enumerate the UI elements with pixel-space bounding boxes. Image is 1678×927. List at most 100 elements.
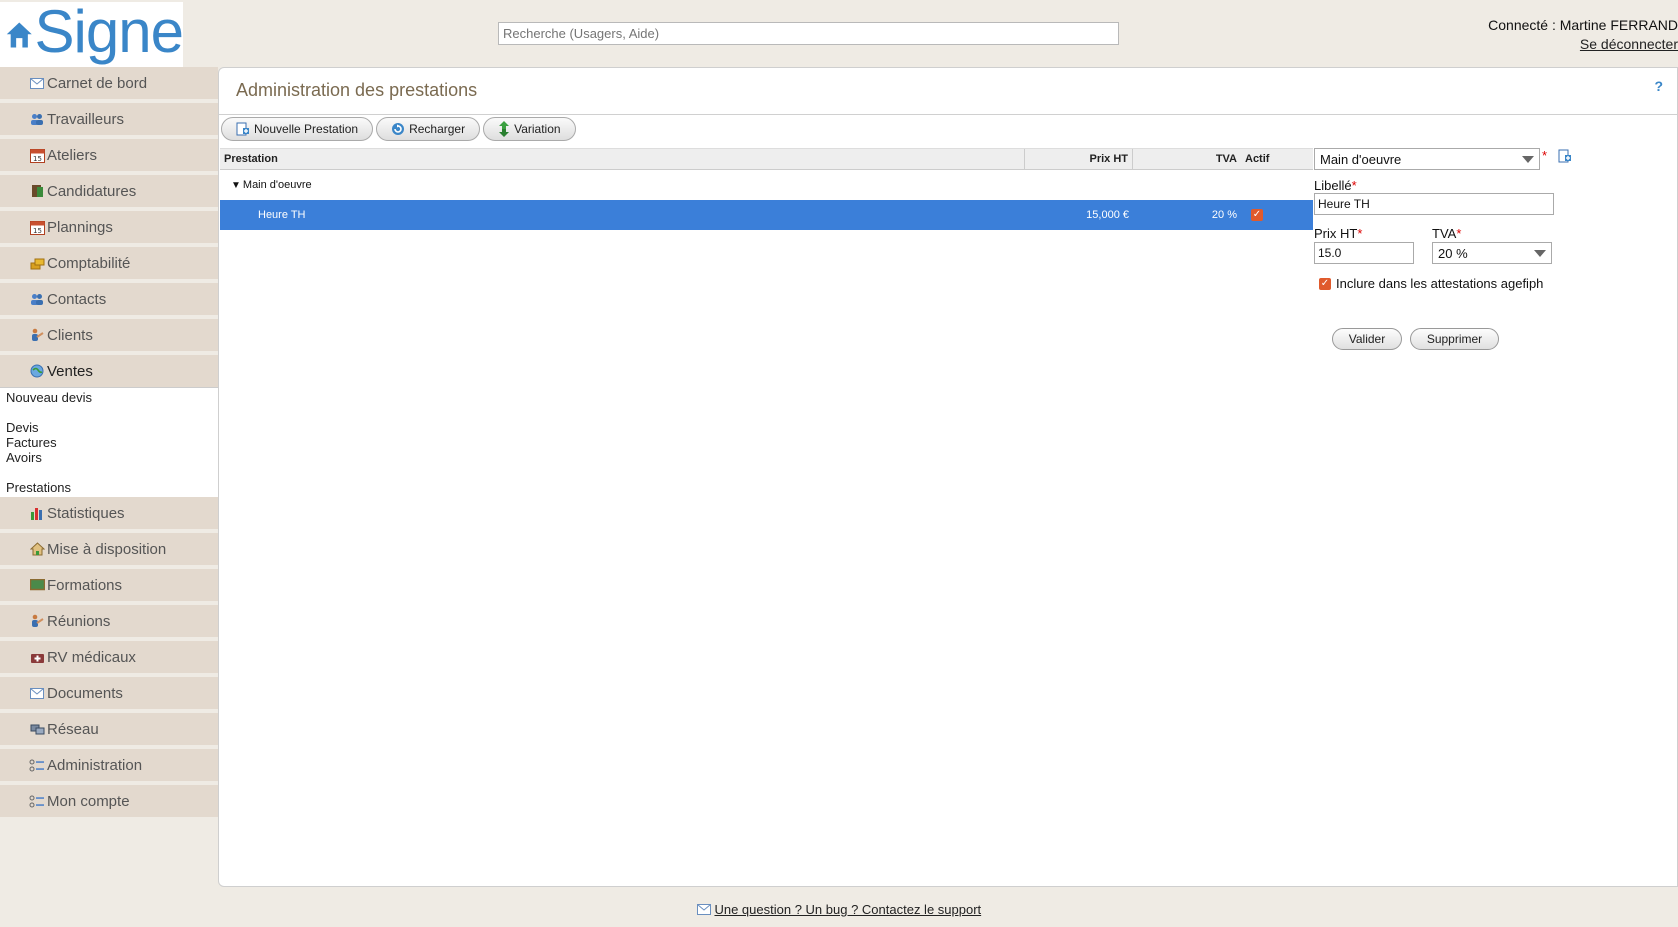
sidebar-item-statistiques[interactable]: Statistiques: [0, 497, 218, 529]
users-icon: [29, 111, 45, 127]
app-logo[interactable]: Signe: [0, 0, 184, 67]
sidebar-item-carnet-de-bord[interactable]: Carnet de bord: [0, 67, 218, 99]
supprimer-button[interactable]: Supprimer: [1410, 328, 1499, 350]
sidebar-item-label: Clients: [47, 326, 93, 344]
sidebar-item-label: Comptabilité: [47, 254, 131, 272]
subnav-avoirs[interactable]: Avoirs: [6, 450, 218, 465]
sidebar-item-ateliers[interactable]: 15 Ateliers: [0, 139, 218, 171]
divider: [219, 114, 1677, 115]
connected-user: Connecté : Martine FERRAND: [1488, 17, 1678, 33]
subnav-factures[interactable]: Factures: [6, 435, 218, 450]
column-header-prix-ht[interactable]: Prix HT: [1025, 149, 1133, 169]
group-label: Main d'oeuvre: [242, 179, 312, 191]
reload-button[interactable]: Recharger: [376, 117, 481, 141]
toolbar: Nouvelle Prestation Recharger Variation: [221, 117, 576, 141]
tva-label: TVA*: [1432, 226, 1462, 241]
group-row[interactable]: ▼ Main d'oeuvre: [220, 170, 1313, 200]
sidebar-item-label: RV médicaux: [47, 648, 136, 666]
settings-list-icon: [29, 793, 45, 809]
ventes-submenu: Nouveau devis Devis Factures Avoirs Pres…: [0, 387, 218, 497]
logo-text: Signe: [34, 0, 184, 65]
collapse-triangle-icon[interactable]: ▼: [231, 180, 241, 191]
up-down-arrows-icon: [499, 121, 510, 137]
sidebar-item-ventes[interactable]: Ventes: [0, 355, 218, 387]
cell-actif: ✓: [1241, 209, 1313, 221]
sidebar-item-label: Carnet de bord: [47, 74, 148, 92]
new-prestation-label: Nouvelle Prestation: [254, 122, 359, 136]
sidebar-item-clients[interactable]: Clients: [0, 319, 218, 351]
subnav-devis[interactable]: Devis: [6, 420, 218, 435]
chevron-down-icon: [1522, 155, 1534, 163]
coins-icon: [29, 255, 45, 271]
sidebar-item-formations[interactable]: Formations: [0, 569, 218, 601]
variation-button[interactable]: Variation: [483, 117, 576, 141]
sidebar-item-label: Mise à disposition: [47, 540, 167, 558]
tva-select[interactable]: 20 %: [1432, 242, 1552, 264]
sidebar-item-candidatures[interactable]: Candidatures: [0, 175, 218, 207]
column-header-prestation[interactable]: Prestation: [220, 149, 1025, 169]
sidebar-item-mise-a-disposition[interactable]: Mise à disposition: [0, 533, 218, 565]
sidebar-item-reunions[interactable]: Réunions: [0, 605, 218, 637]
users-icon: [29, 291, 45, 307]
house-icon: [6, 22, 32, 47]
subnav-prestations[interactable]: Prestations: [6, 480, 218, 495]
sidebar-item-label: Administration: [47, 756, 143, 774]
logout-link[interactable]: Se déconnecter: [1488, 36, 1678, 52]
sidebar-item-contacts[interactable]: Contacts: [0, 283, 218, 315]
agefiph-checkbox[interactable]: ✓: [1319, 277, 1331, 290]
cell-tva: 20 %: [1211, 209, 1237, 221]
sidebar-item-reseau[interactable]: Réseau: [0, 713, 218, 745]
sidebar-item-comptabilite[interactable]: Comptabilité: [0, 247, 218, 279]
column-header-actif[interactable]: Actif: [1241, 149, 1313, 169]
prix-ht-input[interactable]: [1314, 242, 1414, 264]
envelope-icon: [696, 904, 711, 915]
envelope-icon: [29, 685, 45, 701]
svg-text:15: 15: [33, 155, 42, 163]
globe-icon: [29, 363, 45, 379]
libelle-input[interactable]: [1314, 193, 1554, 215]
new-category-icon[interactable]: [1558, 149, 1572, 163]
agefiph-label: Inclure dans les attestations agefiph: [1336, 276, 1544, 291]
grid-header: Prestation Prix HT TVA Actif: [220, 148, 1313, 170]
sidebar-item-label: Réunions: [47, 612, 111, 630]
envelope-icon: [29, 75, 45, 91]
book-icon: [29, 183, 45, 199]
sidebar-item-mon-compte[interactable]: Mon compte: [0, 785, 218, 817]
sidebar-item-documents[interactable]: Documents: [0, 677, 218, 709]
sidebar-item-rv-medicaux[interactable]: RV médicaux: [0, 641, 218, 673]
new-document-icon: [236, 122, 249, 136]
user-box: Connecté : Martine FERRAND Se déconnecte…: [1488, 17, 1678, 52]
table-row[interactable]: Heure TH 15,000 € 20 % ✓: [220, 200, 1313, 230]
svg-text:15: 15: [33, 227, 42, 235]
sidebar-item-label: Formations: [47, 576, 123, 594]
support-link[interactable]: Une question ? Un bug ? Contactez le sup…: [714, 902, 981, 917]
libelle-label: Libellé*: [1314, 178, 1357, 193]
new-prestation-button[interactable]: Nouvelle Prestation: [221, 117, 374, 141]
sidebar-item-administration[interactable]: Administration: [0, 749, 218, 781]
page-title: Administration des prestations: [236, 80, 478, 100]
prix-ht-label: Prix HT*: [1314, 226, 1363, 241]
tva-value: 20 %: [1438, 245, 1468, 261]
column-header-tva[interactable]: TVA: [1133, 149, 1241, 169]
sidebar-item-plannings[interactable]: 15 Plannings: [0, 211, 218, 243]
house-icon: [29, 541, 45, 557]
active-checkbox[interactable]: ✓: [1251, 209, 1263, 221]
network-icon: [29, 721, 45, 737]
handshake-icon: [29, 613, 45, 629]
subnav-nouveau-devis[interactable]: Nouveau devis: [6, 390, 218, 405]
calendar-icon: 15: [29, 147, 45, 163]
valider-button[interactable]: Valider: [1332, 328, 1402, 350]
sidebar-item-travailleurs[interactable]: Travailleurs: [0, 103, 218, 135]
cell-prestation: Heure TH: [258, 209, 306, 221]
settings-list-icon: [29, 757, 45, 773]
main-panel: Administration des prestations ? Nouvell…: [218, 67, 1678, 887]
refresh-icon: [392, 123, 405, 135]
sidebar-item-label: Documents: [47, 684, 123, 702]
search-input[interactable]: [498, 22, 1119, 45]
medical-icon: [29, 649, 45, 665]
category-select[interactable]: Main d'oeuvre: [1314, 148, 1540, 170]
sidebar-item-label: Candidatures: [47, 182, 137, 200]
sidebar-item-label: Réseau: [47, 720, 99, 738]
sidebar-item-label: Ventes: [47, 362, 93, 380]
help-icon[interactable]: ?: [1654, 78, 1663, 94]
